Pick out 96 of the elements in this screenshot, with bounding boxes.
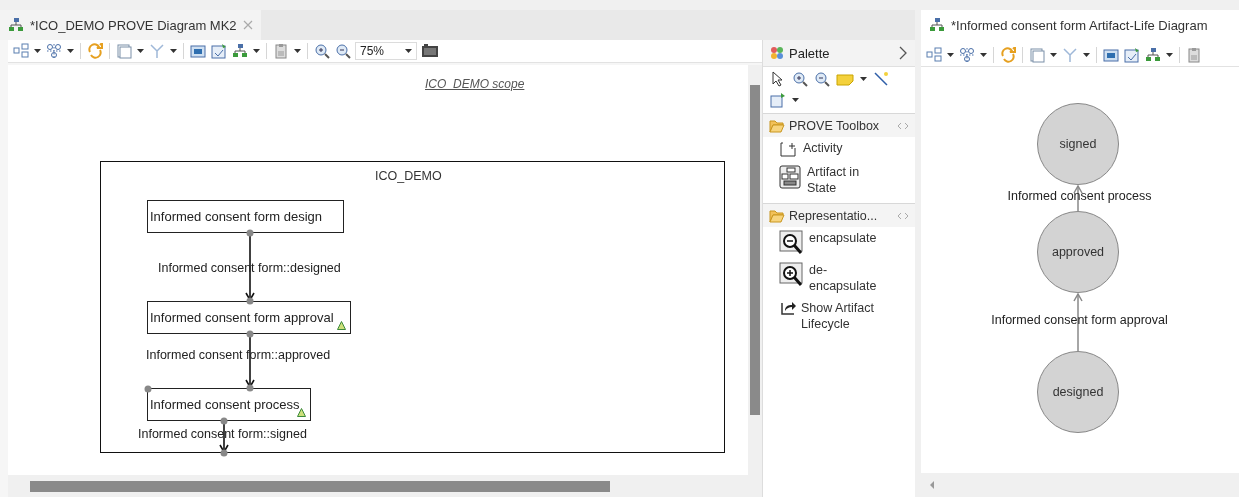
layout-icon (926, 47, 942, 63)
palette-tool[interactable]: de-encapsulate (763, 259, 915, 297)
shape-icon (1029, 47, 1045, 63)
refresh-icon (1000, 47, 1016, 63)
zoom-in-icon (779, 262, 805, 288)
filter-icon (1062, 47, 1078, 63)
state-node[interactable]: designed (1037, 351, 1119, 433)
activity-node[interactable]: Informed consent process (147, 388, 311, 421)
horizontal-scrollbar[interactable] (921, 473, 1239, 497)
diagram-icon (929, 17, 945, 33)
caret-icon (67, 49, 74, 53)
toolbar-button[interactable] (1102, 46, 1120, 64)
diagram-icon (8, 17, 24, 33)
chevron-icon (898, 46, 908, 60)
add-element-icon (770, 92, 786, 108)
drawer-header[interactable]: PROVE Toolbox (763, 113, 915, 137)
toolbar-button[interactable] (189, 42, 207, 60)
activity-node[interactable]: Informed consent form approval (147, 301, 351, 334)
editor-tab[interactable]: *ICO_DEMO PROVE Diagram MK2 (0, 10, 261, 40)
toolbar-button[interactable] (313, 42, 331, 60)
caret-icon (860, 77, 867, 81)
zoom-in-icon (792, 71, 808, 87)
activity-icon (779, 140, 799, 158)
image-check-icon (1124, 47, 1140, 63)
shape-icon (116, 43, 132, 59)
open-folder-icon (769, 207, 785, 224)
caret-icon (253, 49, 260, 53)
zoom-out-icon (335, 43, 351, 59)
warning-triangle-icon (297, 408, 306, 417)
camera-icon (421, 43, 439, 59)
caret-icon (980, 53, 987, 57)
collapse-button[interactable] (897, 44, 909, 62)
zoom-out-icon (779, 230, 805, 256)
palette-tool[interactable]: Activity (763, 137, 915, 161)
anchor-dot[interactable] (246, 384, 254, 392)
caret-icon (1166, 53, 1173, 57)
toolbar-button[interactable] (420, 42, 440, 60)
clipboard-icon (273, 43, 289, 59)
transition-label: Informed consent form approval (991, 313, 1168, 327)
horizontal-scrollbar[interactable] (8, 475, 762, 497)
selection-icon (959, 47, 975, 63)
toolbar-button[interactable] (231, 42, 249, 60)
anchor-dot[interactable] (144, 385, 152, 393)
artifact-icon (779, 164, 803, 190)
drawer-header[interactable]: Representatio... (763, 203, 915, 227)
tree-icon (1145, 47, 1161, 63)
zoom-in-tool[interactable] (791, 70, 809, 88)
palette-tool[interactable]: encapsulate (763, 227, 915, 259)
layout-icon (13, 43, 29, 59)
warning-triangle-icon (337, 321, 346, 330)
scope-label: ICO_DEMO scope (425, 77, 525, 91)
caret-icon (137, 49, 144, 53)
image-icon (1103, 47, 1119, 63)
zoom-out-icon (814, 71, 830, 87)
state-node[interactable]: signed (1037, 103, 1119, 185)
anchor-dot[interactable] (246, 229, 254, 237)
state-node[interactable]: approved (1037, 211, 1119, 293)
caret-icon (34, 49, 41, 53)
zoom-combo[interactable]: 75% (355, 42, 417, 60)
caret-icon (294, 49, 301, 53)
caret-icon (1050, 53, 1057, 57)
pin-icon (897, 120, 909, 131)
transition-label: Informed consent process (1007, 189, 1152, 203)
toolbar-button[interactable] (334, 42, 352, 60)
caret-icon (405, 49, 412, 53)
zoom-in-icon (314, 43, 330, 59)
anchor-dot[interactable] (246, 297, 254, 305)
anchor-dot[interactable] (246, 330, 254, 338)
image-icon (190, 43, 206, 59)
caret-icon (792, 98, 799, 102)
clipboard-icon (1186, 47, 1202, 63)
filter-icon (149, 43, 165, 59)
activity-node[interactable]: Informed consent form design (147, 200, 344, 233)
palette-title: Palette (789, 45, 831, 61)
connection-tool[interactable] (872, 70, 890, 88)
image-check-icon (211, 43, 227, 59)
palette-tool[interactable]: Artifact in State (763, 161, 915, 199)
share-arrow-icon (779, 300, 797, 316)
refresh-icon (87, 43, 103, 59)
vertical-scrollbar[interactable] (748, 65, 762, 475)
zoom-out-tool[interactable] (813, 70, 831, 88)
pin-icon (897, 210, 909, 221)
tree-icon (232, 43, 248, 59)
toolbar-button[interactable] (1144, 46, 1162, 64)
selection-icon (46, 43, 62, 59)
palette-tool[interactable]: Show Artifact Lifecycle (763, 297, 915, 335)
anchor-dot[interactable] (220, 449, 228, 457)
open-folder-icon (769, 117, 785, 134)
caret-icon (170, 49, 177, 53)
anchor-dot[interactable] (220, 417, 228, 425)
caret-icon (1083, 53, 1090, 57)
connector-icon (873, 71, 889, 87)
caret-icon (947, 53, 954, 57)
container-title: ICO_DEMO (375, 169, 442, 183)
palette-icon (769, 45, 785, 61)
note-icon (836, 71, 854, 87)
